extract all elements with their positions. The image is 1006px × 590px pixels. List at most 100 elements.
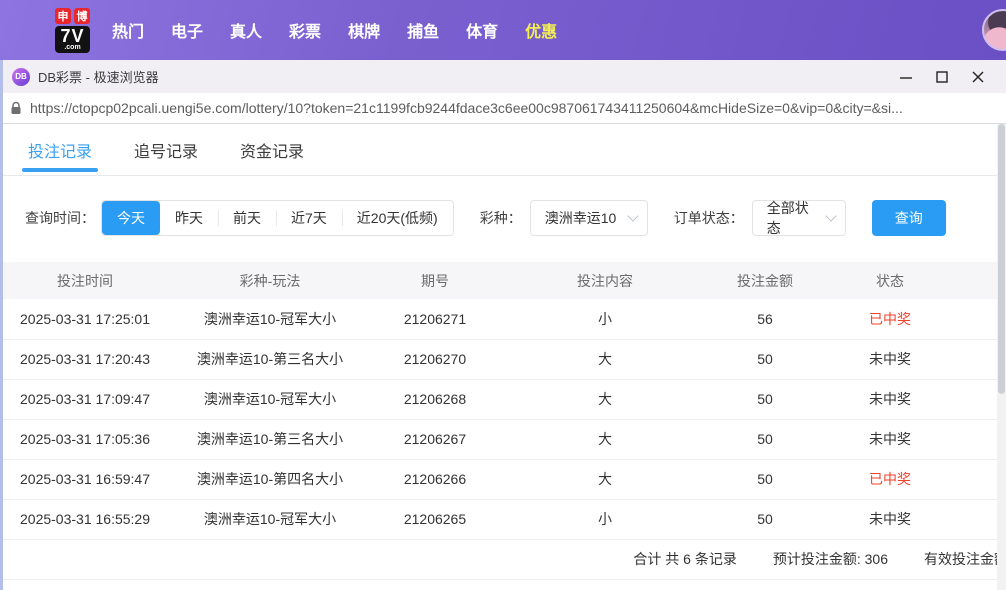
cell-bet-time: 2025-03-31 16:55:29 [20, 511, 150, 527]
time-filter-option[interactable]: 今天 [102, 201, 160, 235]
table-header-cell: 投注内容 [577, 272, 633, 289]
browser-titlebar: DB DB彩票 - 极速浏览器 [0, 60, 1006, 93]
site-favicon: DB [12, 67, 30, 86]
site-nav-menu: 热门 电子 真人 彩票 棋牌 捕鱼 体育 优惠 [112, 18, 557, 42]
cell-bet-time: 2025-03-31 17:25:01 [20, 310, 150, 327]
logo-badge: 博 [74, 7, 90, 24]
table-row: 2025-03-31 17:20:43 澳洲幸运10-第三名大小 2120627… [0, 339, 1006, 379]
cell-bet-amount: 50 [757, 511, 773, 527]
nav-item[interactable]: 真人 [230, 18, 262, 42]
cell-bet-content: 大 [598, 391, 612, 407]
record-tab[interactable]: 资金记录 [240, 124, 304, 175]
cell-game-play: 澳洲幸运10-第四名大小 [196, 471, 344, 487]
cell-issue-number: 21206271 [403, 310, 467, 327]
cell-bet-content: 大 [598, 351, 612, 367]
logo-badge: 申 [55, 7, 71, 24]
time-filter-label: 查询时间： [25, 210, 95, 226]
cell-status: 已中奖 [869, 310, 911, 327]
cell-bet-time: 2025-03-31 17:20:43 [20, 351, 150, 367]
table-row: 2025-03-31 16:55:29 澳洲幸运10-冠军大小 21206265… [0, 499, 1006, 539]
cell-issue-number: 21206270 [403, 351, 467, 367]
summary-bar: 合计 共 6 条记录 预计投注金额: 306 有效投注金额 [0, 540, 1006, 580]
browser-urlbar[interactable]: https://ctopcp02pcali.uengi5e.com/lotter… [0, 93, 1006, 124]
nav-item[interactable]: 优惠 [525, 18, 557, 42]
cell-bet-time: 2025-03-31 17:05:36 [20, 431, 150, 447]
order-status-select-value: 全部状态 [766, 200, 809, 236]
lottery-select[interactable]: 澳洲幸运10 [529, 200, 648, 236]
bet-table-body: 2025-03-31 17:25:01 澳洲幸运10-冠军大小 21206271… [0, 299, 1006, 539]
table-row: 2025-03-31 16:59:47 澳洲幸运10-第四名大小 2120626… [0, 459, 1006, 499]
scrollbar-thumb[interactable] [998, 124, 1005, 395]
table-header-cell: 投注金额 [737, 272, 793, 289]
record-tab[interactable]: 投注记录 [21, 124, 99, 175]
browser-window: 申 博 7V .com 热门 电子 真人 彩票 棋牌 捕鱼 体育 优惠 DB DB彩票 - 极… [0, 0, 1006, 590]
nav-item[interactable]: 热门 [112, 18, 144, 42]
cell-issue-number: 21206266 [403, 471, 467, 487]
record-tab[interactable]: 追号记录 [134, 124, 198, 175]
table-row: 2025-03-31 17:25:01 澳洲幸运10-冠军大小 21206271… [0, 299, 1006, 339]
page-content: 投注记录 追号记录 资金记录 查询时间： 今天 昨天 前天 近7天 近20天(低频) 彩种：… [0, 124, 1006, 590]
cell-bet-content: 大 [598, 431, 612, 447]
time-filter-group: 今天 昨天 前天 近7天 近20天(低频) [101, 200, 454, 236]
lottery-select-value: 澳洲幸运10 [544, 210, 617, 226]
nav-item[interactable]: 棋牌 [348, 18, 380, 42]
window-title: DB彩票 - 极速浏览器 [38, 70, 159, 85]
nav-item[interactable]: 电子 [171, 18, 203, 42]
table-header-cell: 期号 [421, 272, 449, 289]
cell-game-play: 澳洲幸运10-第三名大小 [196, 431, 344, 447]
cell-bet-time: 2025-03-31 17:09:47 [20, 391, 150, 407]
cell-bet-amount: 56 [757, 310, 773, 327]
nav-item[interactable]: 捕鱼 [407, 18, 439, 42]
user-avatar[interactable] [982, 9, 1006, 51]
cell-status: 未中奖 [869, 351, 911, 367]
table-header-cell: 状态 [876, 272, 904, 289]
page-scrollbar[interactable] [997, 124, 1006, 590]
cell-issue-number: 21206268 [403, 391, 467, 407]
search-button[interactable]: 查询 [871, 200, 946, 236]
time-filter-option[interactable]: 近7天 [276, 201, 342, 235]
cell-game-play: 澳洲幸运10-冠军大小 [203, 511, 337, 527]
minimize-icon [900, 76, 912, 79]
cell-game-play: 澳洲幸运10-第三名大小 [196, 351, 344, 367]
cell-game-play: 澳洲幸运10-冠军大小 [203, 391, 337, 407]
cell-bet-amount: 50 [757, 351, 773, 367]
table-row: 2025-03-31 17:05:36 澳洲幸运10-第三名大小 2120626… [0, 419, 1006, 459]
cell-status: 已中奖 [869, 471, 911, 487]
nav-item[interactable]: 彩票 [289, 18, 321, 42]
cell-bet-content: 大 [598, 471, 612, 487]
table-header-cell: 彩种-玩法 [239, 272, 301, 289]
order-status-select[interactable]: 全部状态 [751, 200, 846, 236]
window-edge [0, 60, 3, 590]
chevron-down-icon [825, 210, 837, 222]
lock-icon[interactable] [10, 101, 22, 115]
cell-status: 未中奖 [869, 391, 911, 407]
nav-item[interactable]: 体育 [466, 18, 498, 42]
cell-status: 未中奖 [869, 431, 911, 447]
logo-brand: 7V [60, 25, 85, 46]
cell-bet-content: 小 [598, 310, 612, 327]
table-header-cell: 投注时间 [57, 272, 113, 289]
order-status-filter-label: 订单状态： [673, 210, 744, 226]
table-header-row: 投注时间 彩种-玩法 期号 投注内容 投注金额 状态 [0, 262, 1006, 299]
cell-bet-amount: 50 [757, 391, 773, 407]
time-filter-option[interactable]: 昨天 [160, 201, 218, 235]
site-logo[interactable]: 申 博 7V .com [55, 7, 90, 53]
cell-bet-content: 小 [598, 511, 612, 527]
close-icon [972, 71, 984, 82]
summary-estimated-amount: 预计投注金额: 306 [772, 551, 888, 567]
cell-status: 未中奖 [869, 511, 911, 527]
minimize-button[interactable] [888, 64, 924, 90]
cell-issue-number: 21206265 [403, 511, 467, 527]
window-controls [888, 64, 996, 90]
url-text: https://ctopcp02pcali.uengi5e.com/lotter… [30, 100, 903, 116]
filter-bar: 查询时间： 今天 昨天 前天 近7天 近20天(低频) 彩种： 澳洲幸运10 订单状态：… [25, 200, 1006, 236]
summary-total: 合计 共 6 条记录 [633, 551, 737, 567]
cell-bet-amount: 50 [757, 471, 773, 487]
cell-issue-number: 21206267 [403, 431, 467, 447]
time-filter-option[interactable]: 近20天(低频) [341, 201, 453, 235]
summary-valid-amount: 有效投注金额 [924, 551, 1006, 567]
bet-records-table: 投注时间 彩种-玩法 期号 投注内容 投注金额 状态 2025-03-31 17:25:0… [0, 262, 1006, 540]
close-button[interactable] [960, 64, 996, 90]
maximize-button[interactable] [924, 64, 960, 90]
time-filter-option[interactable]: 前天 [218, 201, 276, 235]
